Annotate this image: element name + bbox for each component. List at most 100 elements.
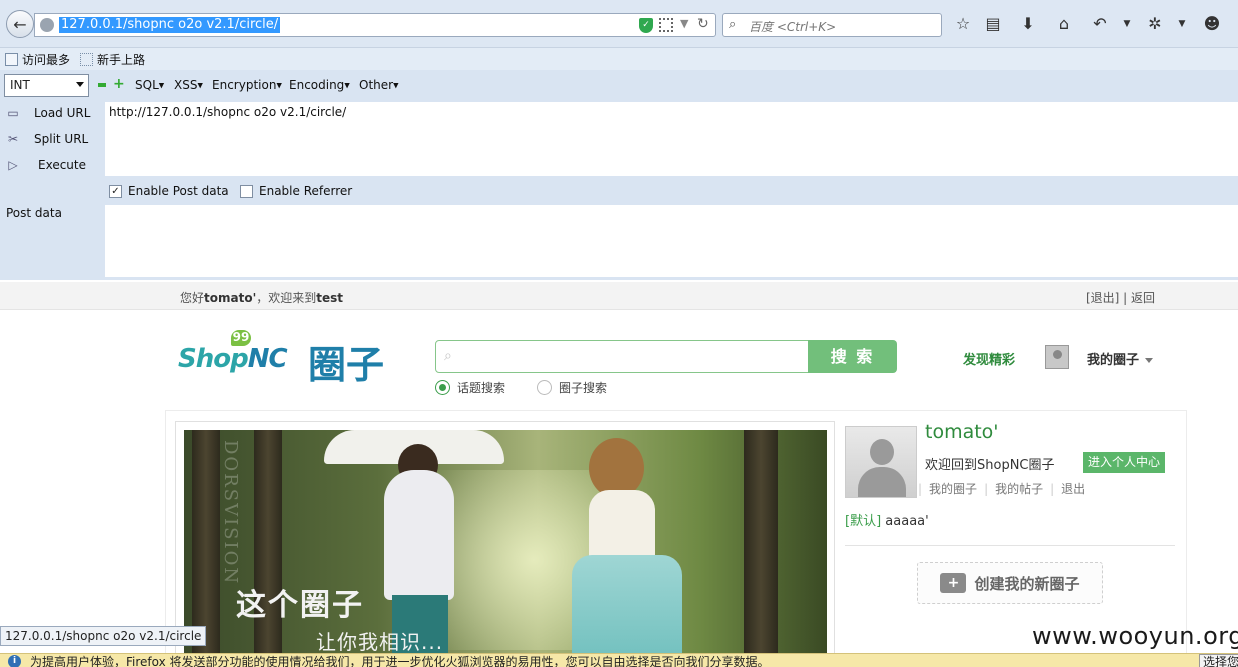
action-label: Load URL (34, 106, 91, 120)
enable-referrer-checkbox[interactable]: Enable Referrer (240, 184, 352, 198)
info-icon: i (8, 655, 21, 667)
minus-icon[interactable] (98, 83, 106, 87)
banner-subtitle: 让你我相识... (316, 630, 444, 654)
dotted-page-icon (80, 53, 93, 66)
banner-woman-dress (572, 555, 682, 667)
encoding-select-value: INT (10, 78, 30, 92)
split-url-button[interactable]: ✂ Split URL (0, 132, 88, 146)
extension-icon[interactable]: ✲ (1145, 14, 1165, 34)
bookmark-icon (5, 53, 18, 66)
greeting-site: test (316, 291, 344, 305)
menu-encoding[interactable]: Encoding▼ (289, 78, 350, 92)
plus-icon[interactable]: + (113, 77, 125, 91)
circle-search-input[interactable]: ⌕ (435, 340, 810, 373)
globe-icon (40, 18, 54, 32)
load-url-button[interactable]: ▭ Load URL (0, 106, 90, 120)
personal-center-button[interactable]: 进入个人中心 (1083, 452, 1165, 473)
execute-button[interactable]: ▷ Execute (0, 158, 86, 172)
my-circle-dropdown[interactable]: 我的圈子 (1087, 349, 1154, 368)
logo-wordmark: ShopNC (178, 344, 288, 374)
banner-woman-head (589, 438, 644, 498)
search-icon: ⌕ (729, 17, 737, 32)
top-links[interactable]: [退出] | 返回 (1086, 289, 1155, 306)
link-my-posts[interactable]: 我的帖子 (988, 482, 1050, 496)
scissors-icon: ✂ (7, 132, 19, 146)
discover-link[interactable]: 发现精彩 (963, 349, 1015, 368)
chevron-down-icon[interactable]: ▼ (1117, 14, 1137, 34)
menu-label: Encryption (212, 78, 277, 92)
checkbox-icon (240, 184, 253, 198)
encoding-select[interactable]: INT (4, 74, 89, 97)
bookmarks-bar: 访问最多 新手上路 (0, 48, 1238, 70)
radio-topic-search[interactable]: 话题搜索 (435, 379, 505, 396)
avatar[interactable] (1045, 345, 1069, 369)
smiley-icon[interactable]: ☻ (1202, 14, 1222, 34)
qr-code-icon[interactable] (659, 18, 673, 32)
menu-xss[interactable]: XSS▼ (174, 78, 203, 92)
radio-selected-icon (435, 380, 450, 395)
greeting: 您好tomato'，欢迎来到test (180, 289, 343, 306)
back-button[interactable]: ← (6, 10, 34, 38)
radio-label: 话题搜索 (457, 381, 506, 395)
bookmark-getting-started[interactable]: 新手上路 (80, 51, 145, 68)
hackbar-url-textarea[interactable]: http://127.0.0.1/shopnc o2o v2.1/circle/ (105, 102, 1238, 176)
url-dropdown-icon[interactable]: ▼ (680, 17, 688, 30)
default-circle[interactable]: [默认] aaaaa' (845, 510, 929, 529)
search-button[interactable]: 搜 索 (808, 340, 897, 373)
bookmark-most-visited[interactable]: 访问最多 (5, 51, 70, 68)
shield-icon[interactable]: ✓ (639, 18, 653, 33)
create-circle-label: 创建我的新圈子 (974, 574, 1080, 593)
hackbar-panel: INT + SQL▼ XSS▼ Encryption▼ Encoding▼ Ot… (0, 70, 1238, 280)
my-circle-label: 我的圈子 (1087, 353, 1140, 368)
radio-circle-search[interactable]: 圈子搜索 (537, 379, 607, 396)
banner-man (384, 470, 454, 600)
post-data-textarea[interactable] (105, 205, 1238, 277)
menu-label: XSS (174, 78, 198, 92)
link-my-circles[interactable]: 我的圈子 (922, 482, 984, 496)
username[interactable]: tomato' (925, 421, 999, 443)
status-bar-url: 127.0.0.1/shopnc o2o v2.1/circle (0, 626, 207, 646)
create-circle-button[interactable]: + 创建我的新圈子 (917, 562, 1103, 604)
reload-icon[interactable]: ↻ (697, 16, 709, 32)
menu-encryption[interactable]: Encryption▼ (212, 78, 282, 92)
checkbox-label: Enable Post data (128, 184, 229, 198)
search-bar[interactable]: ⌕ 百度 <Ctrl+K> (722, 13, 942, 37)
menu-other[interactable]: Other▼ (359, 78, 398, 92)
home-icon[interactable]: ⌂ (1054, 14, 1074, 34)
play-icon: ▷ (8, 158, 18, 172)
menu-sql[interactable]: SQL▼ (135, 78, 164, 92)
banner-woman (589, 490, 655, 560)
banner-tree (744, 430, 778, 667)
bookmark-label: 新手上路 (97, 53, 146, 67)
user-links: | 我的圈子 | 我的帖子 | 退出 (918, 480, 1092, 497)
avatar-body (858, 467, 906, 497)
browser-toolbar: ← 127.0.0.1/shopnc o2o v2.1/circle/ ✓ ▼ … (0, 0, 1238, 48)
enable-post-checkbox[interactable]: ✓ Enable Post data (109, 184, 229, 198)
user-avatar[interactable] (845, 426, 917, 498)
logo-circle-text: 圈子 (308, 343, 385, 387)
shopnc-circle-logo[interactable]: 99 ShopNC 圈子 (178, 330, 400, 387)
logo-nc-text: NC (247, 344, 288, 374)
reading-list-icon[interactable]: ▤ (983, 14, 1003, 34)
url-text[interactable]: 127.0.0.1/shopnc o2o v2.1/circle/ (59, 17, 281, 33)
star-icon[interactable]: ☆ (953, 14, 973, 34)
radio-icon (537, 380, 552, 395)
url-bar[interactable]: 127.0.0.1/shopnc o2o v2.1/circle/ ✓ ▼ ↻ (34, 13, 716, 37)
chevron-down-icon[interactable]: ▼ (1172, 14, 1192, 34)
share-data-button[interactable]: 选择您要分享的数据 (1199, 654, 1238, 667)
notification-text: 为提高用户体验，Firefox 将发送部分功能的使用情况给我们，用于进一步优化火… (30, 655, 770, 667)
undo-icon[interactable]: ↶ (1090, 14, 1110, 34)
checkbox-label: Enable Referrer (259, 184, 353, 198)
checkbox-checked-icon: ✓ (109, 184, 122, 198)
post-data-label: Post data (6, 206, 62, 220)
download-icon[interactable]: ⬇ (1018, 14, 1038, 34)
menu-label: SQL (135, 78, 159, 92)
default-circle-name: aaaaa' (885, 514, 929, 529)
link-logout[interactable]: 退出 (1054, 482, 1092, 496)
site-top-bar: 您好tomato'，欢迎来到test [退出] | 返回 (0, 282, 1238, 310)
search-icon: ⌕ (444, 348, 452, 364)
banner-tree (254, 430, 282, 667)
banner-image[interactable]: DORSVISION 这个圈子 让你我相识... (184, 430, 827, 667)
watermark: www.wooyun.org (1032, 622, 1238, 650)
search-placeholder: 百度 <Ctrl+K> (749, 20, 837, 34)
